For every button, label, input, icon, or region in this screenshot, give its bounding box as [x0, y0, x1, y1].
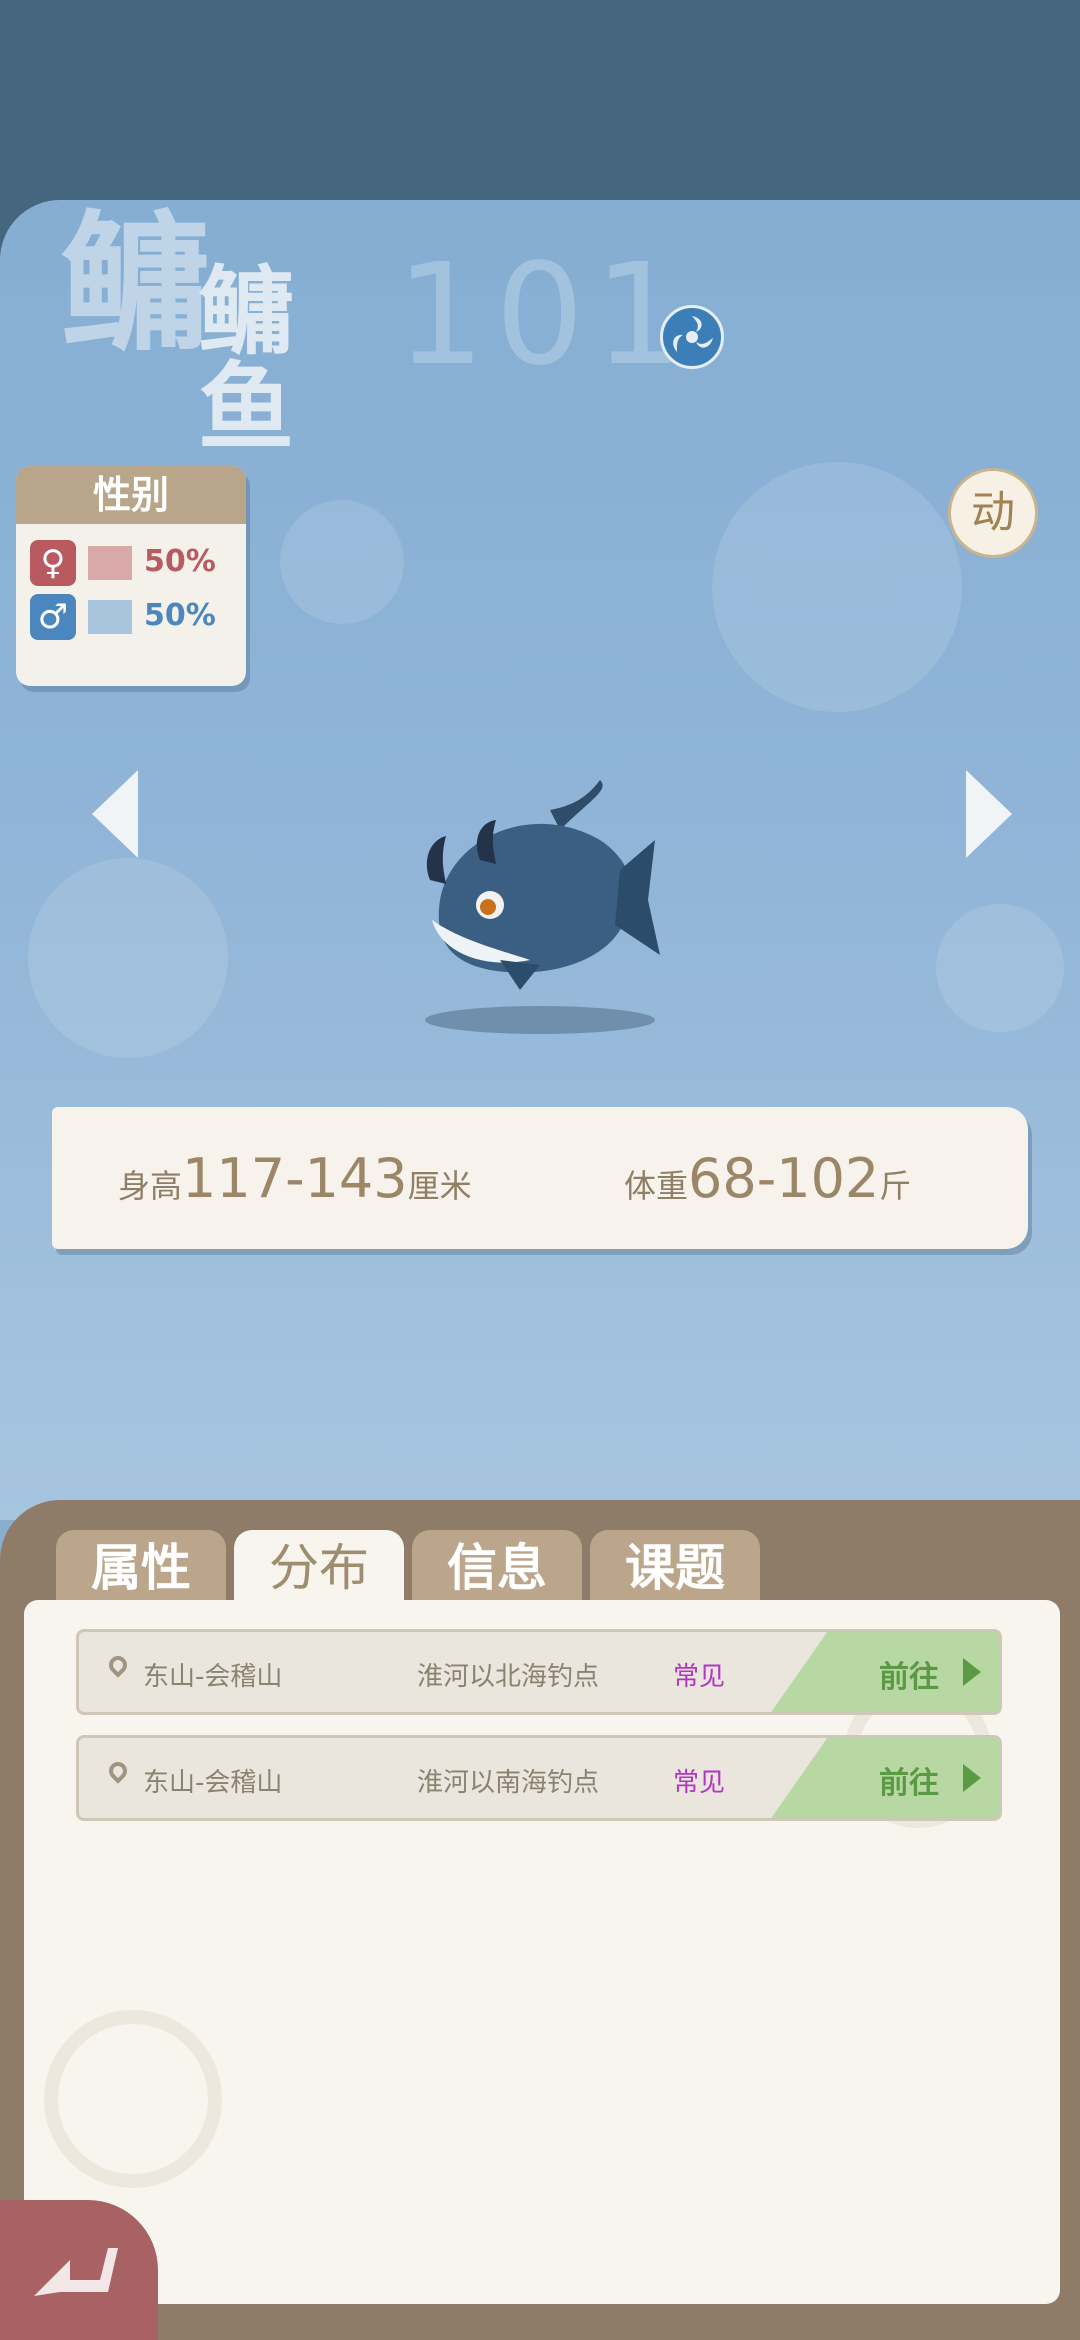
location-region: 东山-会稽山 — [143, 1768, 283, 1798]
male-row: ♂ 50% — [30, 594, 240, 642]
fish-illustration — [410, 780, 670, 1040]
location-pin-icon — [105, 1652, 131, 1678]
male-bar — [88, 600, 132, 634]
species-name: 鳙鱼 — [198, 256, 294, 464]
next-arrow-icon[interactable] — [966, 770, 1012, 858]
play-arrow-icon[interactable] — [963, 1764, 981, 1792]
play-arrow-icon[interactable] — [963, 1658, 981, 1686]
female-bar — [88, 546, 132, 580]
weight-label: 体重 — [624, 1167, 689, 1205]
location-region: 东山-会稽山 — [143, 1662, 283, 1692]
height-unit: 厘米 — [407, 1167, 472, 1205]
height-stat: 身高117-143厘米 — [118, 1147, 472, 1210]
height-label: 身高 — [118, 1167, 183, 1205]
go-button[interactable]: 前往 — [879, 1652, 939, 1696]
swirl-watermark-icon — [28, 858, 228, 1058]
tab-attributes[interactable]: 属性 — [56, 1530, 226, 1602]
fishing-spot: 淮河以北海钓点 — [417, 1662, 600, 1692]
tab-distribution[interactable]: 分布 — [234, 1530, 404, 1604]
wind-swirl-icon — [660, 305, 724, 369]
species-number: 101 — [396, 234, 694, 397]
weight-unit: 斤 — [879, 1167, 912, 1205]
female-row: ♀ 50% — [30, 540, 240, 588]
location-pin-icon — [105, 1758, 131, 1784]
swirl-watermark-icon — [280, 500, 404, 624]
location-row: 东山-会稽山 淮河以北海钓点 常见 前往 — [76, 1629, 1002, 1715]
male-icon: ♂ — [30, 594, 76, 640]
rarity-label: 常见 — [673, 1768, 726, 1798]
male-percent: 50% — [144, 598, 216, 633]
previous-arrow-icon[interactable] — [92, 770, 138, 858]
weight-value: 68-102 — [688, 1147, 880, 1210]
tab-tasks[interactable]: 课题 — [590, 1530, 760, 1602]
back-arrow-icon[interactable] — [30, 2240, 120, 2300]
animate-button[interactable]: 动 — [948, 468, 1038, 558]
back-button[interactable] — [0, 2200, 158, 2340]
female-percent: 50% — [144, 544, 216, 579]
go-button[interactable]: 前往 — [879, 1758, 939, 1802]
fishing-spot: 淮河以南海钓点 — [417, 1768, 600, 1798]
gender-card: 性别 ♀ 50% ♂ 50% — [16, 466, 246, 686]
swirl-watermark-icon — [712, 462, 962, 712]
species-glyph: 鳙 — [60, 198, 211, 372]
size-stats-card: 身高117-143厘米 体重68-102斤 — [52, 1107, 1028, 1249]
tab-info[interactable]: 信息 — [412, 1530, 582, 1602]
height-value: 117-143 — [182, 1147, 408, 1210]
decor-ring — [44, 2010, 222, 2188]
location-row: 东山-会稽山 淮河以南海钓点 常见 前往 — [76, 1735, 1002, 1821]
swirl-watermark-icon — [936, 904, 1064, 1032]
gender-title: 性别 — [16, 466, 246, 524]
rarity-label: 常见 — [673, 1662, 726, 1692]
weight-stat: 体重68-102斤 — [624, 1147, 911, 1210]
female-icon: ♀ — [30, 540, 76, 586]
